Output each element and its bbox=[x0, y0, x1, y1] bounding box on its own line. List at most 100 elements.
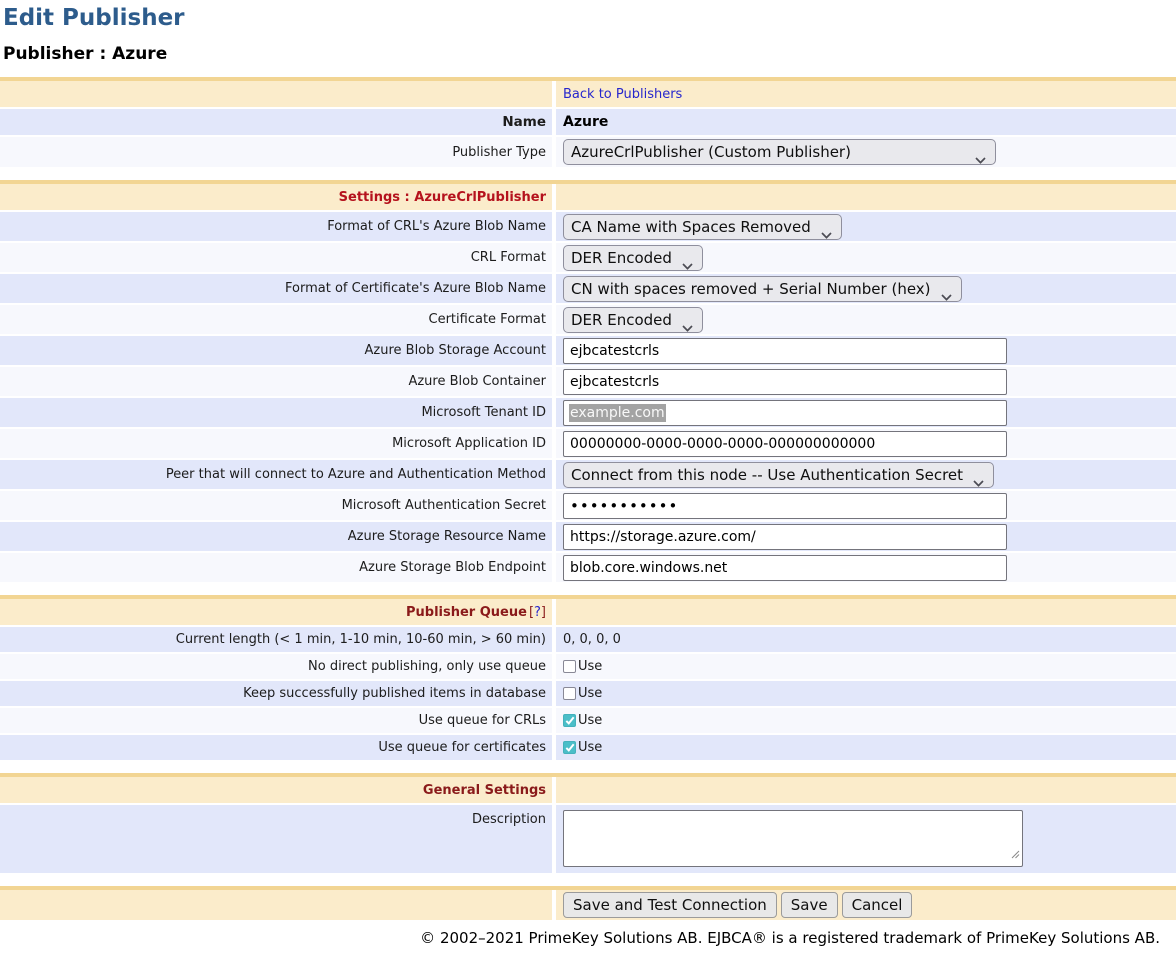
field-row: Format of Certificate's Azure Blob Name … bbox=[0, 274, 1176, 303]
azure-blob-container-input[interactable] bbox=[563, 369, 1007, 395]
microsoft-tenant-id-input[interactable]: example.com bbox=[563, 400, 1007, 426]
settings-table: Settings : AzureCrlPublisher Format of C… bbox=[0, 180, 1176, 582]
field-row: Azure Storage Resource Name bbox=[0, 522, 1176, 551]
table-row: Name Azure bbox=[0, 109, 1176, 135]
select-value: CN with spaces removed + Serial Number (… bbox=[571, 280, 931, 298]
field-label: Azure Storage Blob Endpoint bbox=[359, 560, 546, 575]
field-row: Azure Blob Storage Account bbox=[0, 336, 1176, 365]
field-row: Microsoft Application ID bbox=[0, 429, 1176, 458]
actions-row: Save and Test Connection Save Cancel bbox=[0, 890, 1176, 920]
chevron-down-icon bbox=[821, 225, 832, 243]
no-direct-publishing-checkbox[interactable] bbox=[563, 660, 576, 673]
use-label: Use bbox=[578, 686, 602, 701]
cancel-button[interactable]: Cancel bbox=[842, 892, 913, 918]
use-label: Use bbox=[578, 740, 602, 755]
queue-row: No direct publishing, only use queue Use bbox=[0, 654, 1176, 679]
field-label: CRL Format bbox=[471, 250, 546, 265]
queue-row: Keep successfully published items in dat… bbox=[0, 681, 1176, 706]
azure-storage-resource-name-input[interactable] bbox=[563, 524, 1007, 550]
settings-section-title: Settings : AzureCrlPublisher bbox=[339, 190, 546, 205]
table-row: Publisher Type AzureCrlPublisher (Custom… bbox=[0, 137, 1176, 167]
queue-length-label: Current length (< 1 min, 1-10 min, 10-60… bbox=[176, 632, 546, 647]
header-spacer-cell bbox=[0, 890, 552, 920]
field-row: Format of CRL's Azure Blob Name CA Name … bbox=[0, 212, 1176, 241]
section-header-row: Settings : AzureCrlPublisher bbox=[0, 184, 1176, 210]
queue-option-label: Use queue for certificates bbox=[378, 740, 546, 755]
queue-section-title: Publisher Queue bbox=[406, 605, 527, 620]
field-label: Format of CRL's Azure Blob Name bbox=[327, 219, 546, 234]
copyright-footer: © 2002–2021 PrimeKey Solutions AB. EJBCA… bbox=[0, 920, 1176, 953]
header-spacer-cell bbox=[556, 599, 1176, 625]
publisher-queue-table: Publisher Queue[?] Current length (< 1 m… bbox=[0, 595, 1176, 760]
publisher-subtitle: Publisher : Azure bbox=[3, 44, 1176, 64]
field-label: Peer that will connect to Azure and Auth… bbox=[166, 467, 546, 482]
save-and-test-connection-button[interactable]: Save and Test Connection bbox=[563, 892, 777, 918]
back-to-publishers-link[interactable]: Back to Publishers bbox=[563, 87, 682, 102]
field-label: Microsoft Application ID bbox=[392, 436, 546, 451]
queue-help: [?] bbox=[529, 605, 546, 620]
field-row: Microsoft Authentication Secret bbox=[0, 491, 1176, 520]
name-label: Name bbox=[502, 114, 546, 130]
field-label: Azure Blob Storage Account bbox=[365, 343, 547, 358]
chevron-down-icon bbox=[973, 473, 984, 491]
general-settings-table: General Settings Description bbox=[0, 773, 1176, 873]
use-label: Use bbox=[578, 659, 602, 674]
chevron-down-icon bbox=[975, 150, 986, 168]
section-header-row: General Settings bbox=[0, 777, 1176, 803]
select-value: Connect from this node -- Use Authentica… bbox=[571, 466, 963, 484]
queue-option-label: No direct publishing, only use queue bbox=[308, 659, 546, 674]
select-value: CA Name with Spaces Removed bbox=[571, 218, 811, 236]
section-header-row: Publisher Queue[?] bbox=[0, 599, 1176, 625]
publisher-name-value: Azure bbox=[563, 114, 608, 130]
field-label: Certificate Format bbox=[429, 312, 546, 327]
certificate-format-select[interactable]: DER Encoded bbox=[563, 307, 703, 333]
publisher-overview-table: Back to Publishers Name Azure Publisher … bbox=[0, 77, 1176, 167]
microsoft-authentication-secret-input[interactable] bbox=[563, 493, 1007, 519]
resize-grip-icon[interactable] bbox=[1011, 844, 1020, 863]
page-title: Edit Publisher bbox=[3, 5, 1176, 31]
use-queue-for-crls-checkbox[interactable] bbox=[563, 714, 576, 727]
description-row: Description bbox=[0, 805, 1176, 873]
crl-blob-name-format-select[interactable]: CA Name with Spaces Removed bbox=[563, 214, 842, 240]
actions-table: Save and Test Connection Save Cancel bbox=[0, 886, 1176, 920]
description-label: Description bbox=[472, 812, 546, 827]
publisher-type-value: AzureCrlPublisher (Custom Publisher) bbox=[571, 143, 851, 161]
field-row: CRL Format DER Encoded bbox=[0, 243, 1176, 272]
description-textarea[interactable] bbox=[563, 810, 1023, 867]
select-value: DER Encoded bbox=[571, 249, 672, 267]
save-button[interactable]: Save bbox=[781, 892, 838, 918]
queue-row: Current length (< 1 min, 1-10 min, 10-60… bbox=[0, 627, 1176, 652]
peer-auth-method-select[interactable]: Connect from this node -- Use Authentica… bbox=[563, 462, 994, 488]
crl-format-select[interactable]: DER Encoded bbox=[563, 245, 703, 271]
use-queue-for-certificates-checkbox[interactable] bbox=[563, 741, 576, 754]
header-spacer-cell bbox=[0, 81, 552, 107]
table-row: Back to Publishers bbox=[0, 81, 1176, 107]
chevron-down-icon bbox=[941, 287, 952, 305]
azure-storage-blob-endpoint-input[interactable] bbox=[563, 555, 1007, 581]
field-label: Microsoft Tenant ID bbox=[421, 405, 546, 420]
chevron-down-icon bbox=[682, 318, 693, 336]
back-cell: Back to Publishers bbox=[556, 81, 1176, 107]
microsoft-application-id-input[interactable] bbox=[563, 431, 1007, 457]
header-spacer-cell bbox=[556, 184, 1176, 210]
bracket: ] bbox=[541, 605, 546, 620]
publisher-type-select[interactable]: AzureCrlPublisher (Custom Publisher) bbox=[563, 139, 996, 165]
certificate-blob-name-format-select[interactable]: CN with spaces removed + Serial Number (… bbox=[563, 276, 962, 302]
field-label: Azure Blob Container bbox=[408, 374, 546, 389]
field-label: Azure Storage Resource Name bbox=[348, 529, 546, 544]
chevron-down-icon bbox=[682, 256, 693, 274]
queue-help-link[interactable]: ? bbox=[534, 605, 541, 620]
publisher-type-label: Publisher Type bbox=[452, 145, 546, 160]
queue-option-label: Use queue for CRLs bbox=[419, 713, 546, 728]
field-row: Azure Storage Blob Endpoint bbox=[0, 553, 1176, 582]
queue-length-value: 0, 0, 0, 0 bbox=[563, 632, 621, 647]
queue-row: Use queue for CRLs Use bbox=[0, 708, 1176, 733]
keep-published-items-checkbox[interactable] bbox=[563, 687, 576, 700]
select-value: DER Encoded bbox=[571, 311, 672, 329]
queue-row: Use queue for certificates Use bbox=[0, 735, 1176, 760]
selected-input-text: example.com bbox=[569, 404, 666, 422]
field-row: Peer that will connect to Azure and Auth… bbox=[0, 460, 1176, 489]
azure-blob-storage-account-input[interactable] bbox=[563, 338, 1007, 364]
field-label: Format of Certificate's Azure Blob Name bbox=[285, 281, 546, 296]
field-row: Azure Blob Container bbox=[0, 367, 1176, 396]
